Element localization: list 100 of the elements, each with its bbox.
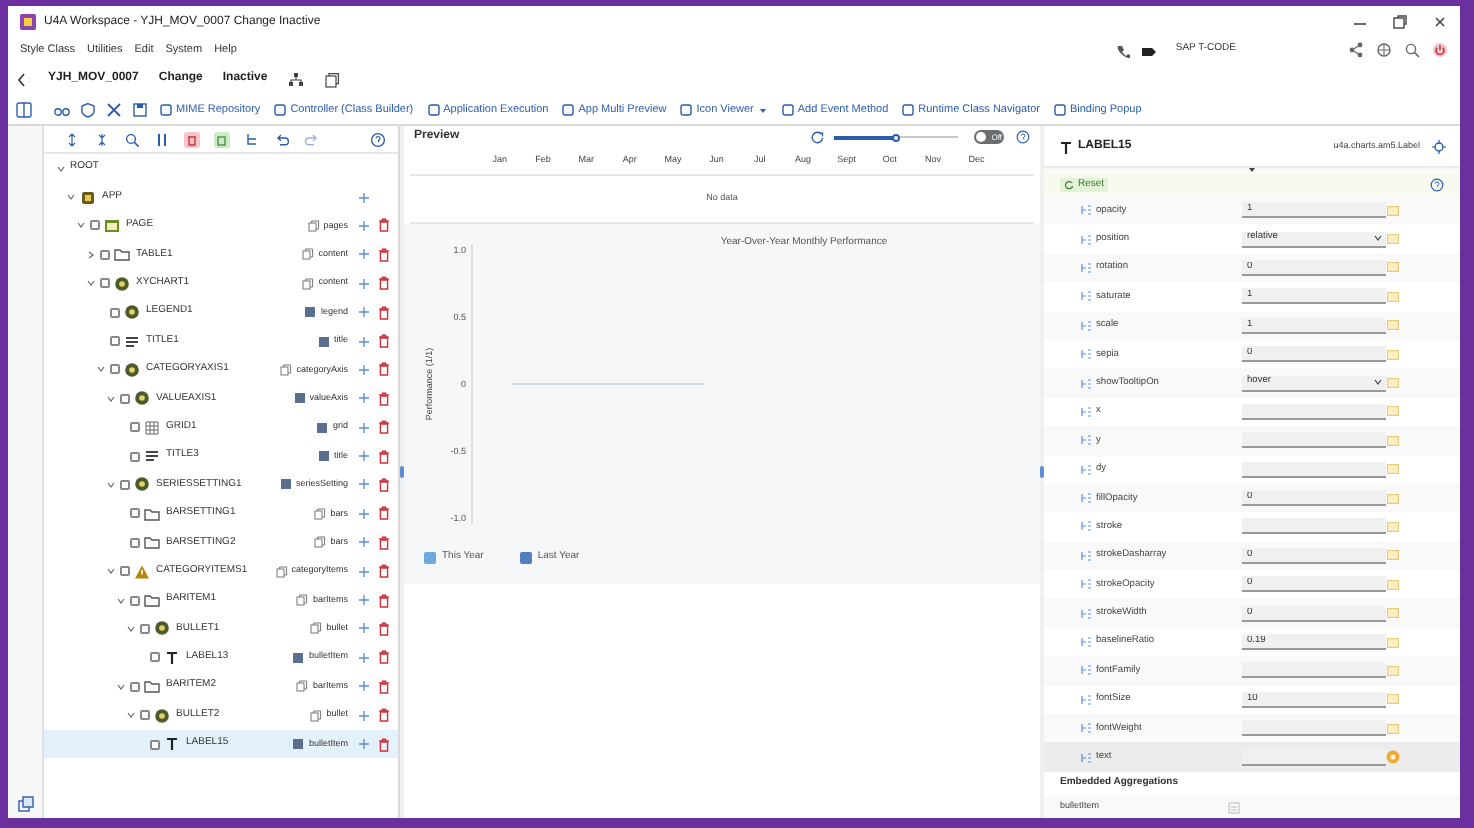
close-icon[interactable] — [1432, 14, 1448, 30]
trash-icon[interactable] — [378, 564, 390, 579]
property-input[interactable] — [1242, 432, 1386, 449]
binding-active-icon[interactable] — [1386, 750, 1400, 765]
help-icon[interactable] — [370, 131, 386, 147]
add-icon[interactable] — [358, 709, 370, 722]
checkbox[interactable] — [110, 307, 120, 318]
trash-icon[interactable] — [378, 650, 390, 665]
checkbox[interactable] — [150, 739, 160, 749]
back-icon[interactable] — [16, 71, 28, 87]
add-icon[interactable] — [358, 335, 370, 348]
redo-icon[interactable] — [304, 131, 320, 147]
trash-icon[interactable] — [378, 247, 390, 262]
target-icon[interactable] — [1432, 139, 1446, 153]
checkbox[interactable] — [130, 595, 140, 606]
trash-icon[interactable] — [378, 593, 390, 608]
trash-icon[interactable] — [378, 420, 390, 435]
shield-icon[interactable] — [80, 102, 96, 118]
add-icon[interactable] — [358, 738, 370, 750]
property-input[interactable] — [1242, 518, 1386, 535]
search-icon[interactable] — [1404, 42, 1420, 58]
trash-icon[interactable] — [378, 679, 390, 694]
hierarchy-icon[interactable] — [287, 71, 304, 87]
add-icon[interactable] — [358, 478, 370, 491]
panel-icon[interactable] — [16, 102, 32, 118]
trash-icon[interactable] — [378, 334, 390, 349]
search-icon[interactable] — [124, 131, 140, 147]
trash-icon[interactable] — [378, 477, 390, 492]
property-input[interactable] — [1242, 403, 1386, 420]
checkbox[interactable] — [140, 623, 150, 634]
save-icon[interactable] — [132, 102, 148, 118]
copy-icon[interactable] — [323, 71, 340, 87]
checkbox[interactable] — [130, 508, 140, 519]
splitter-handle[interactable] — [1040, 466, 1044, 478]
checkbox[interactable] — [140, 710, 150, 721]
tag-icon[interactable] — [1141, 43, 1156, 57]
splitter-handle[interactable] — [400, 466, 404, 478]
checkbox[interactable] — [90, 220, 100, 231]
trash-icon[interactable] — [378, 218, 390, 233]
checkbox[interactable] — [130, 451, 140, 462]
tree-icon[interactable] — [244, 131, 260, 147]
add-icon[interactable] — [358, 219, 370, 232]
trash-icon[interactable] — [378, 506, 390, 521]
phone-icon[interactable] — [1115, 43, 1130, 57]
trash-icon[interactable] — [378, 362, 390, 377]
trash-icon[interactable] — [378, 391, 390, 406]
add-icon[interactable] — [358, 594, 370, 607]
add-icon[interactable] — [358, 248, 370, 261]
trash-icon[interactable] — [378, 535, 390, 550]
add-icon[interactable] — [358, 507, 370, 520]
lines-icon — [124, 333, 140, 350]
collapse-icon[interactable] — [94, 131, 110, 147]
globe-icon[interactable] — [1376, 42, 1392, 58]
add-icon[interactable] — [358, 680, 370, 693]
add-icon[interactable] — [358, 277, 370, 290]
add-icon[interactable] — [358, 363, 370, 376]
grid-icon — [144, 419, 160, 436]
add-icon[interactable] — [358, 191, 370, 204]
help-icon[interactable] — [1016, 130, 1030, 144]
slider[interactable] — [834, 131, 958, 143]
checkbox[interactable] — [100, 249, 110, 260]
checkbox[interactable] — [130, 681, 140, 692]
property-input[interactable] — [1242, 662, 1386, 679]
property-input[interactable] — [1242, 720, 1386, 737]
add-icon[interactable] — [358, 392, 370, 405]
checkbox[interactable] — [130, 537, 140, 548]
checkbox[interactable] — [110, 364, 120, 375]
checkbox[interactable] — [100, 278, 110, 289]
trash-icon[interactable] — [378, 276, 390, 291]
checkbox[interactable] — [120, 479, 130, 490]
checkbox[interactable] — [150, 652, 160, 663]
windows-icon[interactable] — [17, 796, 33, 812]
caret-icon — [1374, 234, 1382, 243]
trash-icon[interactable] — [378, 305, 390, 320]
add-icon[interactable] — [358, 306, 370, 319]
property-input[interactable] — [1242, 461, 1386, 478]
undo-icon[interactable] — [274, 131, 290, 147]
property-input[interactable] — [1242, 749, 1386, 766]
restore-icon[interactable] — [1392, 14, 1408, 30]
add-icon[interactable] — [358, 536, 370, 549]
trash-icon[interactable] — [378, 737, 390, 751]
checkbox[interactable] — [120, 566, 130, 577]
checkbox[interactable] — [120, 393, 130, 404]
add-icon[interactable] — [358, 651, 370, 664]
expand-icon[interactable] — [64, 131, 80, 147]
add-icon[interactable] — [358, 565, 370, 578]
trash-icon[interactable] — [378, 708, 390, 723]
help-icon[interactable] — [1430, 178, 1444, 192]
delete-icon[interactable] — [184, 131, 200, 147]
checkbox[interactable] — [130, 422, 140, 433]
add-icon[interactable] — [358, 450, 370, 463]
checkbox[interactable] — [110, 336, 120, 347]
refresh-icon[interactable] — [810, 130, 824, 144]
trash-icon[interactable] — [378, 621, 390, 636]
add-icon[interactable] — [358, 622, 370, 635]
share-icon[interactable] — [1348, 42, 1364, 58]
add-icon[interactable] — [358, 421, 370, 434]
power-icon[interactable] — [1432, 42, 1448, 58]
binoculars-icon[interactable] — [54, 102, 70, 118]
trash-icon[interactable] — [378, 449, 390, 464]
